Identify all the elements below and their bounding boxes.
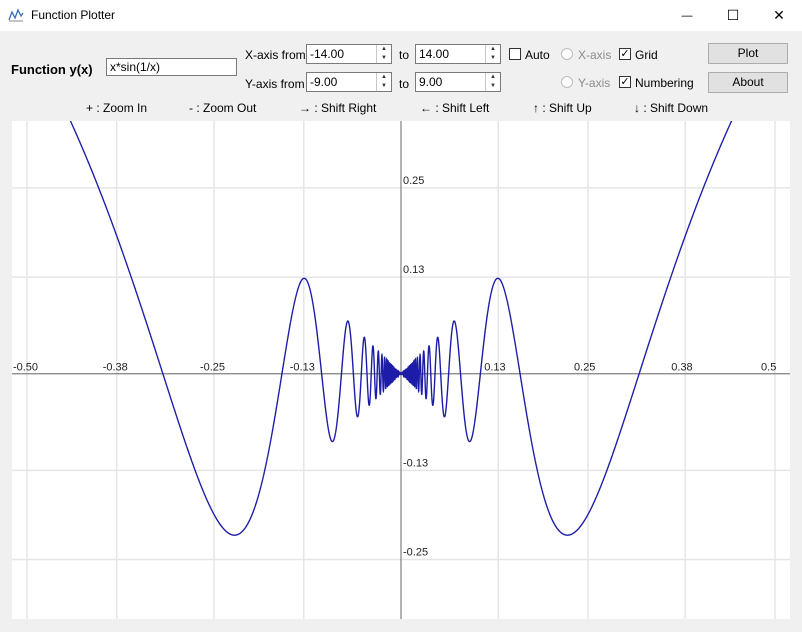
y-to-input[interactable] (416, 73, 486, 91)
y-tick-label: -0.25 (403, 547, 428, 559)
close-icon: ✕ (773, 7, 785, 23)
auto-label: Auto (525, 48, 550, 62)
y-tick-label: 0.25 (403, 175, 424, 187)
hint-shift-up: ↑ : Shift Up (533, 101, 592, 115)
spin-up-icon[interactable]: ▲ (377, 45, 391, 54)
y-to-spinbox[interactable]: ▲▼ (415, 72, 501, 92)
x-tick-label: 0.38 (671, 362, 692, 374)
x-tick-label: 0.25 (574, 362, 595, 374)
x-tick-label: -0.25 (200, 362, 225, 374)
grid-label: Grid (635, 48, 658, 62)
x-tick-label: 0.5 (761, 362, 776, 374)
y-to-stepper[interactable]: ▲ ▼ (485, 73, 500, 91)
y-from-stepper[interactable]: ▲ ▼ (376, 73, 391, 91)
plot-button[interactable]: Plot (708, 43, 788, 64)
hint-zoom-out: - : Zoom Out (189, 101, 257, 115)
x-tick-label: 0.13 (484, 362, 505, 374)
y-axis-from-label: Y-axis from (245, 77, 305, 91)
maximize-icon: ☐ (726, 7, 740, 23)
hint-shift-right: → : Shift Right (299, 101, 377, 115)
spin-up-icon[interactable]: ▲ (486, 73, 500, 82)
x-axis-from-label: X-axis from (245, 48, 306, 62)
about-button[interactable]: About (708, 72, 788, 93)
x-tick-label: -0.50 (13, 362, 38, 374)
spin-down-icon[interactable]: ▼ (377, 54, 391, 63)
plot-canvas[interactable]: -0.50 -0.38 -0.25 -0.13 0.13 0.25 0.38 0.5 0.25 0… (12, 121, 790, 619)
y-from-spinbox[interactable]: ▲▼ (306, 72, 392, 92)
y-tick-label: -0.13 (403, 457, 428, 469)
auto-checkbox[interactable] (509, 48, 521, 60)
x-from-input[interactable] (307, 45, 377, 63)
function-plot: -0.50 -0.38 -0.25 -0.13 0.13 0.25 0.38 0.5 0.25 0… (12, 121, 790, 619)
spin-down-icon[interactable]: ▼ (377, 82, 391, 91)
numbering-label: Numbering (635, 76, 694, 90)
window-title: Function Plotter (31, 8, 116, 22)
x-to-input[interactable] (416, 45, 486, 63)
x-from-stepper[interactable]: ▲ ▼ (376, 45, 391, 63)
hint-shift-down: ↓ : Shift Down (634, 101, 709, 115)
y-from-input[interactable] (307, 73, 377, 91)
y-axis-radio-label: Y-axis (578, 76, 611, 90)
x-from-spinbox[interactable]: ▲▼ (306, 44, 392, 64)
x-axis-radio-label: X-axis (578, 48, 612, 62)
function-input[interactable] (106, 58, 237, 76)
numbering-checkbox[interactable]: ✓ (619, 76, 631, 88)
x-axis-to-label: to (399, 48, 410, 62)
maximize-button[interactable]: ☐ (710, 0, 756, 31)
hint-zoom-in: + : Zoom In (86, 101, 148, 115)
hint-shift-left: ← : Shift Left (420, 101, 490, 115)
spin-up-icon[interactable]: ▲ (377, 73, 391, 82)
function-label: Function y(x) (11, 62, 93, 77)
y-tick-label: 0.13 (403, 264, 424, 276)
check-icon: ✓ (620, 48, 630, 60)
minimize-button[interactable]: — (664, 0, 710, 31)
spin-down-icon[interactable]: ▼ (486, 82, 500, 91)
grid-checkbox[interactable]: ✓ (619, 48, 631, 60)
spin-up-icon[interactable]: ▲ (486, 45, 500, 54)
check-icon: ✓ (620, 76, 630, 88)
close-button[interactable]: ✕ (756, 0, 802, 31)
x-tick-label: -0.13 (290, 362, 315, 374)
y-axis-radio[interactable] (561, 76, 573, 88)
x-to-stepper[interactable]: ▲ ▼ (485, 45, 500, 63)
minimize-icon: — (681, 9, 693, 22)
y-axis-to-label: to (399, 77, 410, 91)
x-tick-label: -0.38 (103, 362, 128, 374)
app-icon (8, 8, 24, 22)
x-axis-radio[interactable] (561, 48, 573, 60)
title-bar: Function Plotter — ☐ ✕ (0, 0, 802, 31)
spin-down-icon[interactable]: ▼ (486, 54, 500, 63)
x-to-spinbox[interactable]: ▲▼ (415, 44, 501, 64)
